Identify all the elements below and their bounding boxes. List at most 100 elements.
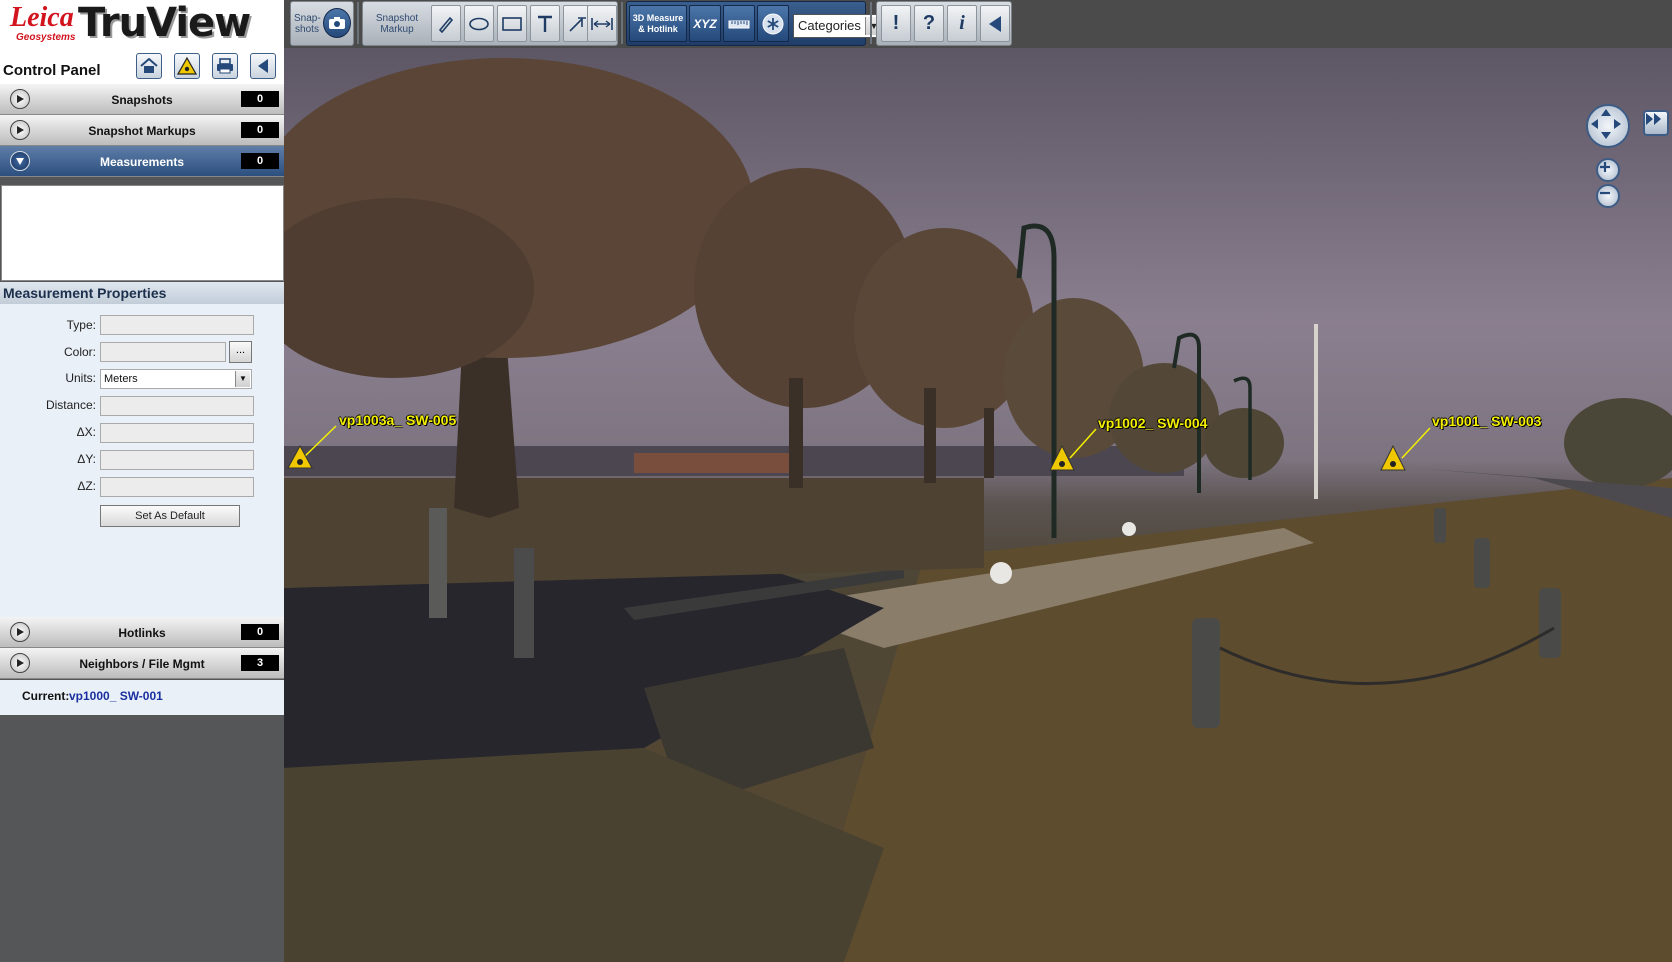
main-toolbar: Snap- shots Snapshot Markup 3D Measure &… <box>284 0 1672 48</box>
color-picker-button[interactable]: ... <box>229 341 252 363</box>
expand-arrow-icon[interactable] <box>10 120 30 140</box>
count-badge: 3 <box>241 655 279 671</box>
zoom-in-button[interactable] <box>1596 158 1620 182</box>
pen-tool-button[interactable] <box>431 5 461 42</box>
category-filter-button[interactable] <box>757 5 789 42</box>
tree-canopy <box>1204 408 1284 478</box>
section-label: Snapshots <box>111 93 173 107</box>
section-label: Snapshot Markups <box>88 124 196 138</box>
foreground-grass <box>284 748 884 962</box>
section-snapshots[interactable]: Snapshots 0 <box>0 84 284 115</box>
home-icon <box>140 58 158 73</box>
hotlink-label-vp1003a[interactable]: vp1003a_ SW-005 <box>339 412 456 428</box>
delta-y-label: ΔY: <box>77 452 96 466</box>
hotlink-label-vp1002[interactable]: vp1002_ SW-004 <box>1098 415 1207 431</box>
help-group: ! ? i <box>876 1 1012 46</box>
current-viewpoint: Current: vp1000_ SW-001 <box>0 680 284 715</box>
count-badge: 0 <box>241 122 279 138</box>
measure-group: 3D Measure & Hotlink XYZ Categories ▼ <box>626 1 885 46</box>
text-tool-button[interactable] <box>530 5 560 42</box>
bollard <box>1539 588 1561 658</box>
camera-icon <box>329 17 345 29</box>
delta-z-label: ΔZ: <box>77 479 96 493</box>
control-panel: Control Panel Snapshots 0 Snapshot Marku… <box>0 48 284 962</box>
delta-y-field[interactable] <box>100 450 254 470</box>
arrow-left-icon <box>989 15 1001 32</box>
delta-x-field[interactable] <box>100 423 254 443</box>
snapshot-markup-label: Snapshot Markup <box>375 13 419 35</box>
delta-x-label: ΔX: <box>76 425 96 439</box>
measure-hotlink-button[interactable]: 3D Measure & Hotlink <box>629 5 687 42</box>
bollard <box>1434 508 1446 543</box>
ruler-button[interactable] <box>723 5 755 42</box>
control-panel-title: Control Panel <box>3 62 101 79</box>
dimension-tool-button[interactable] <box>587 5 617 42</box>
fast-forward-icon <box>1646 113 1661 125</box>
control-panel-header: Control Panel <box>0 48 284 84</box>
bollard <box>1474 538 1490 588</box>
hotlink-marker-vp1001[interactable] <box>1380 427 1431 471</box>
ellipse-icon <box>469 17 489 30</box>
zoom-out-button[interactable] <box>1596 184 1620 208</box>
snapshot-button[interactable] <box>323 8 351 38</box>
collapse-toolbar-button[interactable] <box>980 5 1010 42</box>
measurement-properties-title: Measurement Properties <box>3 285 167 301</box>
expand-arrow-icon[interactable] <box>10 89 30 109</box>
collapse-arrow-icon[interactable] <box>10 151 30 171</box>
next-viewpoint-button[interactable] <box>1643 110 1669 136</box>
pen-icon <box>438 16 454 33</box>
toolbar-separator <box>621 2 623 44</box>
units-value: Meters <box>104 373 138 385</box>
collapse-panel-button[interactable] <box>250 53 276 79</box>
ellipse-tool-button[interactable] <box>464 5 494 42</box>
question-icon: ? <box>922 12 936 34</box>
markup-group: Snapshot Markup <box>362 1 618 46</box>
arrow-left-icon <box>258 59 268 73</box>
measurements-list[interactable] <box>1 185 284 281</box>
help-button[interactable]: ? <box>914 5 944 42</box>
bollard <box>1192 618 1220 728</box>
set-as-default-button[interactable]: Set As Default <box>100 505 240 527</box>
dimension-icon <box>591 17 613 30</box>
text-icon <box>538 15 552 32</box>
distance-field[interactable] <box>100 396 254 416</box>
rectangle-tool-button[interactable] <box>497 5 527 42</box>
hotlink-warning-button[interactable] <box>174 53 200 79</box>
rectangle-icon <box>502 16 522 31</box>
ruler-icon <box>728 20 750 28</box>
distant-buildings <box>634 453 794 473</box>
measurement-properties-header: Measurement Properties <box>0 282 284 304</box>
canal-post <box>514 548 534 658</box>
xyz-label: XYZ <box>693 16 717 31</box>
xyz-button[interactable]: XYZ <box>689 5 721 42</box>
section-neighbors-file-mgmt[interactable]: Neighbors / File Mgmt 3 <box>0 648 284 679</box>
expand-arrow-icon[interactable] <box>10 622 30 642</box>
color-field[interactable] <box>100 342 226 362</box>
chevron-down-icon: ▼ <box>235 371 250 387</box>
leader-icon <box>569 16 586 32</box>
measurement-properties-form: Type: Color: ... Units: Meters ▼ Distanc… <box>0 304 284 617</box>
section-label: Hotlinks <box>118 626 166 640</box>
flag-pole <box>1314 324 1318 499</box>
section-measurements[interactable]: Measurements 0 <box>0 146 284 177</box>
leica-brand: Leica <box>10 2 74 33</box>
hotlink-label-vp1001[interactable]: vp1001_ SW-003 <box>1432 413 1541 429</box>
home-button[interactable] <box>136 53 162 79</box>
units-select[interactable]: Meters ▼ <box>100 369 252 389</box>
current-value[interactable]: vp1000_ SW-001 <box>69 689 163 703</box>
alert-button[interactable]: ! <box>881 5 911 42</box>
delta-z-field[interactable] <box>100 477 254 497</box>
type-field[interactable] <box>100 315 254 335</box>
section-hotlinks[interactable]: Hotlinks 0 <box>0 617 284 648</box>
canal-post <box>429 508 447 618</box>
count-badge: 0 <box>241 153 279 169</box>
info-button[interactable]: i <box>947 5 977 42</box>
section-snapshot-markups[interactable]: Snapshot Markups 0 <box>0 115 284 146</box>
panorama-viewport[interactable]: vp1003a_ SW-005 vp1002_ SW-004 vp1001_ S… <box>284 48 1672 962</box>
print-button[interactable] <box>212 53 238 79</box>
snapshots-label: Snap- shots <box>294 13 321 35</box>
warning-triangle-icon <box>177 57 197 75</box>
expand-arrow-icon[interactable] <box>10 653 30 673</box>
pan-control[interactable] <box>1586 104 1630 148</box>
section-label: Neighbors / File Mgmt <box>79 657 205 671</box>
